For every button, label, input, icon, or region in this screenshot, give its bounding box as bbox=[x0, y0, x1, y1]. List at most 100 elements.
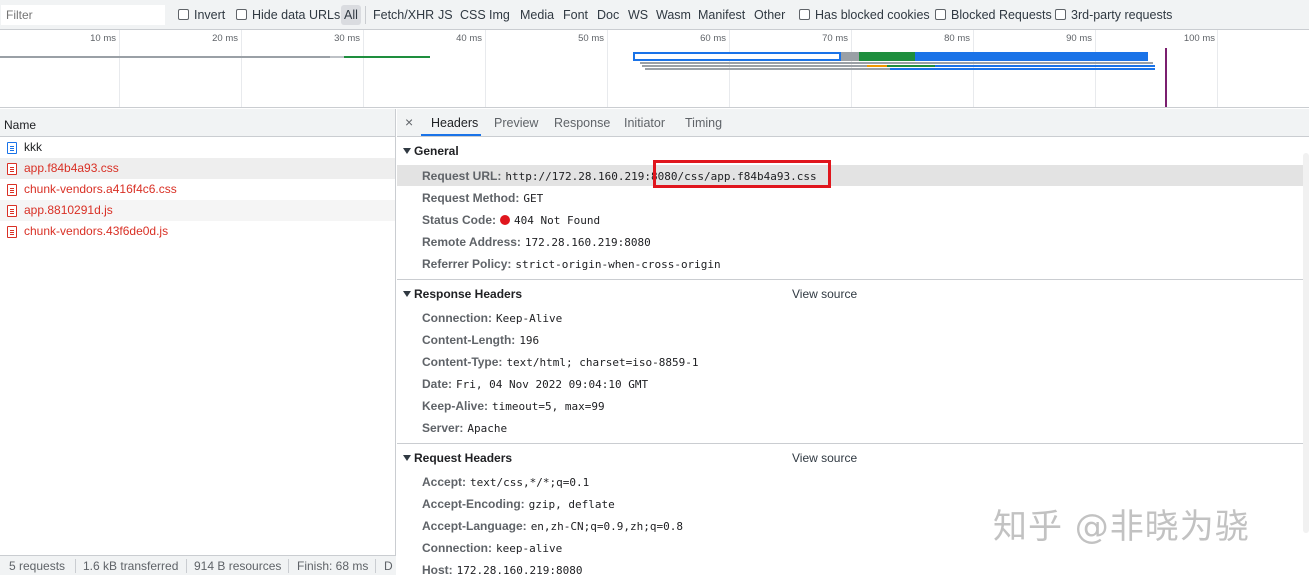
type-filter-css[interactable]: CSS bbox=[460, 8, 486, 22]
error-status-icon bbox=[500, 215, 511, 225]
divider bbox=[365, 6, 366, 24]
header-row: Date: Fri, 04 Nov 2022 09:04:10 GMT bbox=[422, 374, 648, 394]
header-value: keep-alive bbox=[496, 542, 563, 555]
chevron-down-icon[interactable] bbox=[403, 148, 411, 154]
general-section-header[interactable]: General bbox=[403, 144, 459, 158]
summary-bar: 5 requests 1.6 kB transferred 914 B reso… bbox=[0, 555, 396, 575]
invert-checkbox[interactable]: Invert bbox=[178, 8, 225, 22]
chevron-down-icon[interactable] bbox=[403, 455, 411, 461]
type-filter-all[interactable]: All bbox=[344, 8, 358, 22]
type-filter-other[interactable]: Other bbox=[754, 8, 785, 22]
name-column-header[interactable]: Name bbox=[0, 109, 395, 137]
header-value: timeout=5, max=99 bbox=[492, 400, 605, 413]
filter-toolbar: Invert Hide data URLs All Fetch/XHR JS C… bbox=[0, 0, 1309, 30]
grid-line bbox=[119, 30, 120, 107]
section-divider bbox=[397, 443, 1303, 444]
request-row-selected[interactable]: app.f84b4a93.css bbox=[0, 158, 395, 179]
type-filter-manifest[interactable]: Manifest bbox=[698, 8, 745, 22]
request-name: kkk bbox=[24, 140, 42, 154]
has-blocked-cookies-label: Has blocked cookies bbox=[815, 8, 930, 22]
type-filter-wasm[interactable]: Wasm bbox=[656, 8, 691, 22]
checkbox-icon[interactable] bbox=[236, 9, 247, 20]
blocked-requests-checkbox[interactable]: Blocked Requests bbox=[935, 8, 1052, 22]
header-row: Server: Apache bbox=[422, 418, 507, 438]
resources-size: 914 B resources bbox=[194, 559, 282, 573]
header-row: Accept: text/css,*/*;q=0.1 bbox=[422, 472, 589, 492]
header-key: Accept: bbox=[422, 475, 467, 489]
tab-timing[interactable]: Timing bbox=[685, 116, 722, 130]
tick-label: 40 ms bbox=[456, 33, 482, 44]
tab-initiator[interactable]: Initiator bbox=[624, 116, 665, 130]
tab-preview[interactable]: Preview bbox=[494, 116, 538, 130]
type-filter-ws[interactable]: WS bbox=[628, 8, 648, 22]
watermark-text: 知乎 @非晓为骁 bbox=[993, 507, 1250, 547]
request-headers-section-header[interactable]: Request Headers bbox=[403, 451, 512, 465]
header-key: Keep-Alive: bbox=[422, 399, 489, 413]
header-row: Connection: keep-alive bbox=[422, 538, 562, 558]
tick-label: 70 ms bbox=[822, 33, 848, 44]
view-source-link[interactable]: View source bbox=[792, 287, 857, 301]
checkbox-icon[interactable] bbox=[799, 9, 810, 20]
has-blocked-cookies-checkbox[interactable]: Has blocked cookies bbox=[799, 8, 930, 22]
header-key: Accept-Language: bbox=[422, 519, 527, 533]
script-icon bbox=[7, 205, 17, 217]
header-key: Request URL: bbox=[422, 169, 502, 183]
type-filter-doc[interactable]: Doc bbox=[597, 8, 619, 22]
timing-bar bbox=[915, 52, 1148, 61]
third-party-label: 3rd-party requests bbox=[1071, 8, 1173, 22]
network-overview[interactable]: 10 ms 20 ms 30 ms 40 ms 50 ms 60 ms 70 m… bbox=[0, 30, 1309, 108]
grid-line bbox=[363, 30, 364, 107]
header-key: Connection: bbox=[422, 311, 492, 325]
header-key: Content-Type: bbox=[422, 355, 503, 369]
header-value: 404 Not Found bbox=[514, 214, 601, 227]
header-key: Host: bbox=[422, 563, 453, 575]
checkbox-icon[interactable] bbox=[178, 9, 189, 20]
timing-bar bbox=[890, 68, 1155, 70]
filter-input[interactable] bbox=[0, 4, 166, 26]
type-filter-img[interactable]: Img bbox=[489, 8, 510, 22]
chevron-down-icon[interactable] bbox=[403, 291, 411, 297]
type-filter-fetch-xhr[interactable]: Fetch/XHR bbox=[373, 8, 434, 22]
request-row[interactable]: kkk bbox=[0, 137, 395, 158]
request-method-row: Request Method: GET bbox=[422, 188, 543, 208]
request-count: 5 requests bbox=[9, 559, 66, 573]
header-value: Keep-Alive bbox=[496, 312, 563, 325]
timing-bar bbox=[330, 56, 344, 58]
header-row: Keep-Alive: timeout=5, max=99 bbox=[422, 396, 605, 416]
type-filter-media[interactable]: Media bbox=[520, 8, 554, 22]
section-divider bbox=[397, 279, 1303, 280]
hide-data-urls-checkbox[interactable]: Hide data URLs bbox=[236, 8, 340, 22]
response-headers-section-header[interactable]: Response Headers bbox=[403, 287, 522, 301]
blocked-requests-label: Blocked Requests bbox=[951, 8, 1052, 22]
header-key: Content-Length: bbox=[422, 333, 516, 347]
tab-headers[interactable]: Headers bbox=[431, 116, 478, 130]
tab-response[interactable]: Response bbox=[554, 116, 610, 130]
grid-line bbox=[485, 30, 486, 107]
timing-bar bbox=[887, 65, 935, 67]
request-name: chunk-vendors.43f6de0d.js bbox=[24, 224, 169, 238]
tick-label: 60 ms bbox=[700, 33, 726, 44]
checkbox-icon[interactable] bbox=[1055, 9, 1066, 20]
type-filter-js[interactable]: JS bbox=[438, 8, 453, 22]
header-value: text/css,*/*;q=0.1 bbox=[470, 476, 590, 489]
timing-bar bbox=[841, 52, 859, 61]
request-row[interactable]: app.8810291d.js bbox=[0, 200, 395, 221]
request-row[interactable]: chunk-vendors.a416f4c6.css bbox=[0, 179, 395, 200]
script-icon bbox=[7, 226, 17, 238]
stylesheet-icon bbox=[7, 163, 17, 175]
timing-bar bbox=[344, 56, 430, 58]
checkbox-icon[interactable] bbox=[935, 9, 946, 20]
header-key: Request Method: bbox=[422, 191, 520, 205]
type-filter-font[interactable]: Font bbox=[563, 8, 588, 22]
request-row[interactable]: chunk-vendors.43f6de0d.js bbox=[0, 221, 395, 242]
details-scrollbar[interactable] bbox=[1303, 153, 1309, 533]
grid-line bbox=[1217, 30, 1218, 107]
third-party-checkbox[interactable]: 3rd-party requests bbox=[1055, 8, 1172, 22]
header-value: gzip, deflate bbox=[528, 498, 615, 511]
tick-label: 80 ms bbox=[944, 33, 970, 44]
close-icon[interactable]: × bbox=[405, 114, 413, 130]
view-source-link[interactable]: View source bbox=[792, 451, 857, 465]
header-value: Fri, 04 Nov 2022 09:04:10 GMT bbox=[456, 378, 649, 391]
header-row: Connection: Keep-Alive bbox=[422, 308, 562, 328]
load-event-marker bbox=[1165, 48, 1167, 107]
